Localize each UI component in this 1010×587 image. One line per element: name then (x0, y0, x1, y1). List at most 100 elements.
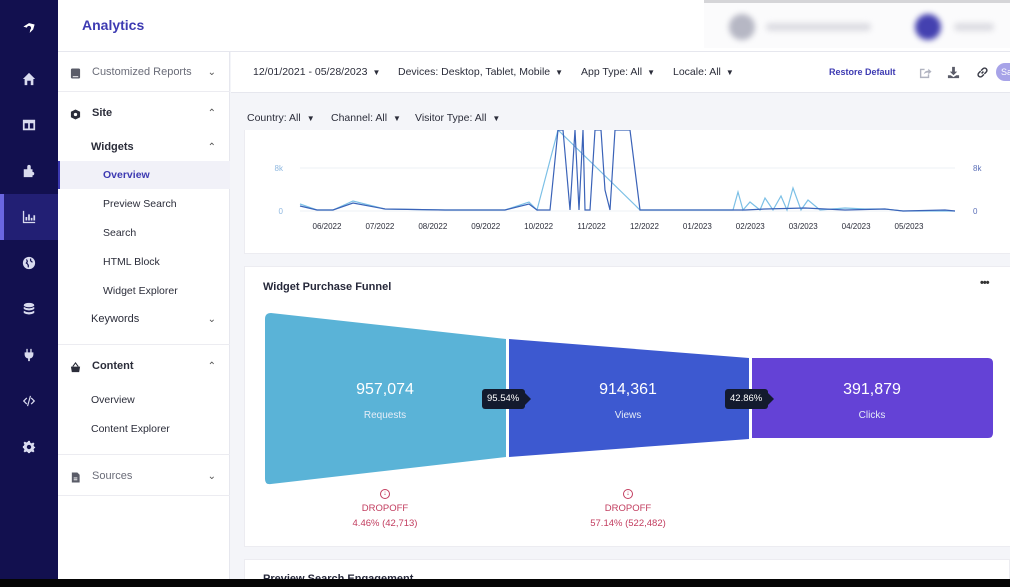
filter-label: App Type: All (581, 66, 643, 78)
date-range-filter[interactable]: 12/01/2021 - 05/28/2023 ▼ (253, 66, 380, 78)
stage-value-clicks: 391,879 (843, 381, 901, 398)
cube-icon (70, 107, 82, 120)
nav-section-label: Customized Reports (92, 66, 192, 78)
chevron-down-icon: ▼ (647, 68, 656, 77)
devices-filter[interactable]: Devices: Desktop, Tablet, Mobile ▼ (398, 66, 563, 78)
y-tick-left: 8k (275, 164, 284, 173)
widget-purchase-funnel-card: Widget Purchase Funnel ••• 957,074 Reque… (244, 266, 1010, 547)
filter-label: Visitor Type: All (415, 112, 487, 124)
nav-group-widgets[interactable]: Widgets ⌃ (58, 139, 230, 155)
save-button[interactable]: Sa (996, 63, 1010, 81)
database-icon[interactable] (0, 286, 58, 332)
divider (58, 495, 230, 496)
link-icon[interactable] (974, 64, 990, 80)
gear-icon[interactable] (0, 424, 58, 470)
stage-value-requests: 957,074 (356, 381, 414, 398)
nav-group-label: Widgets (91, 141, 134, 153)
nav-section-content[interactable]: Content ⌃ (58, 358, 230, 374)
nav-section-customized-reports[interactable]: Customized Reports ⌄ (58, 64, 230, 80)
filter-label: Locale: All (673, 66, 721, 78)
dropoff-views-clicks: ↓ DROPOFF 57.14% (522,482) (548, 487, 708, 529)
divider (58, 91, 230, 92)
home-icon[interactable] (0, 56, 58, 102)
x-tick-label: 05/2023 (895, 222, 924, 231)
nav-item-widgets-overview[interactable]: Overview (58, 161, 230, 189)
nav-item-label: Search (103, 227, 137, 239)
analytics-icon[interactable] (0, 194, 58, 240)
nav-item-preview-search[interactable]: Preview Search (58, 190, 230, 218)
code-icon[interactable] (0, 378, 58, 424)
nav-item-html-block[interactable]: HTML Block (58, 248, 230, 276)
redacted-account-area (704, 0, 1010, 48)
basket-icon (70, 360, 82, 373)
conversion-badge: 42.86% (725, 389, 775, 409)
filter-bar: 12/01/2021 - 05/28/2023 ▼ Devices: Deskto… (231, 52, 1010, 93)
stage-label-requests: Requests (363, 410, 407, 421)
app-type-filter[interactable]: App Type: All ▼ (581, 66, 655, 78)
file-icon (70, 470, 82, 483)
y-tick-left: 0 (279, 207, 284, 216)
share-icon[interactable] (917, 64, 933, 80)
x-tick-label: 02/2023 (736, 222, 765, 231)
nav-section-sources[interactable]: Sources ⌄ (58, 468, 230, 484)
screen-edge (0, 579, 1010, 587)
top-header: Analytics (58, 0, 1010, 52)
nav-section-label: Sources (92, 470, 133, 482)
series-line-1 (299, 130, 956, 212)
dropoff-value: 57.14% (522,482) (590, 518, 666, 529)
dropoff-value: 4.46% (42,713) (352, 518, 418, 529)
nav-item-label: Overview (103, 169, 150, 181)
dropoff-label: DROPOFF (361, 503, 409, 514)
chevron-down-icon: ⌄ (207, 470, 216, 482)
visitor-type-filter[interactable]: Visitor Type: All ▼ (415, 112, 500, 124)
y-tick-right: 8k (973, 164, 982, 173)
analytics-nav: Customized Reports ⌄ Site ⌃ Widgets ⌃ Ov… (58, 52, 230, 579)
download-icon[interactable] (945, 64, 961, 80)
channel-filter[interactable]: Channel: All ▼ (331, 112, 401, 124)
conversion-badge: 95.54% (482, 389, 532, 409)
globe-icon[interactable] (0, 240, 58, 286)
x-tick-label: 07/2022 (365, 222, 394, 231)
layout-icon[interactable] (0, 102, 58, 148)
x-tick-label: 03/2023 (789, 222, 818, 231)
book-icon (70, 66, 82, 79)
logo-icon[interactable] (0, 12, 58, 44)
plug-icon[interactable] (0, 332, 58, 378)
nav-item-content-explorer[interactable]: Content Explorer (58, 415, 230, 443)
nav-item-search[interactable]: Search (58, 219, 230, 247)
app-root: Analytics Customized Reports ⌄ Site ⌃ Wi… (0, 0, 1010, 587)
nav-item-label: Widget Explorer (103, 285, 178, 297)
chevron-down-icon: ▼ (306, 114, 315, 123)
restore-default-button[interactable]: Restore Default (829, 67, 896, 77)
nav-item-content-overview[interactable]: Overview (58, 386, 230, 414)
series-line-2 (299, 130, 955, 212)
x-tick-label: 12/2022 (630, 222, 659, 231)
x-tick-label: 04/2023 (842, 222, 871, 231)
filter-label: Devices: Desktop, Tablet, Mobile (398, 66, 551, 78)
dropoff-label: DROPOFF (604, 503, 652, 514)
nav-group-keywords[interactable]: Keywords ⌄ (58, 311, 230, 327)
puzzle-icon[interactable] (0, 148, 58, 194)
filter-label: Channel: All (331, 112, 388, 124)
country-filter[interactable]: Country: All ▼ (247, 112, 315, 124)
nav-item-widget-explorer[interactable]: Widget Explorer (58, 277, 230, 305)
x-tick-label: 11/2022 (577, 222, 606, 231)
blurred-user-avatar[interactable] (915, 14, 941, 40)
blurred-avatar[interactable] (729, 14, 755, 40)
chevron-up-icon: ⌃ (207, 360, 216, 372)
x-tick-label: 01/2023 (683, 222, 712, 231)
chevron-down-icon: ▼ (372, 68, 381, 77)
icon-rail (0, 0, 58, 579)
locale-filter[interactable]: Locale: All ▼ (673, 66, 734, 78)
traffic-line-chart: 8k 0 8k 0 06/2022 07/2022 08/2022 09/2022 10/202… (275, 130, 982, 231)
chevron-up-icon: ⌃ (207, 141, 216, 153)
blurred-user-name (954, 23, 994, 31)
chevron-down-icon: ▼ (393, 114, 401, 123)
stage-label-views: Views (614, 410, 642, 421)
page-title: Analytics (82, 17, 145, 33)
nav-item-label: Content Explorer (91, 423, 170, 435)
chevron-down-icon: ⌄ (207, 313, 216, 325)
filter-label: 12/01/2021 - 05/28/2023 (253, 66, 368, 78)
nav-section-site[interactable]: Site ⌃ (58, 105, 230, 121)
nav-section-label: Site (92, 107, 113, 119)
